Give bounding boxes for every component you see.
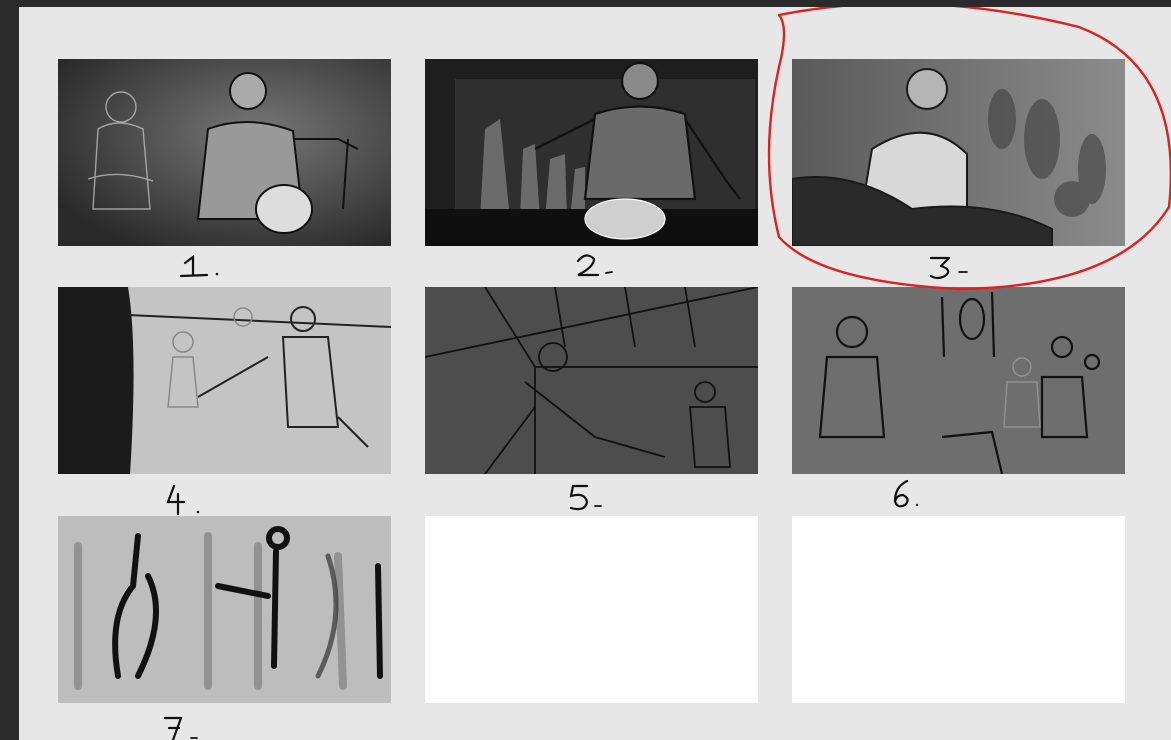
storyboard-frame-1[interactable]	[58, 59, 391, 246]
storyboard-canvas	[19, 7, 1171, 740]
frame-1-number	[179, 249, 299, 285]
storyboard-frame-5[interactable]	[425, 287, 758, 474]
frame-2-number	[574, 249, 694, 285]
frame-4-number	[164, 482, 284, 518]
frame-3-sketch	[792, 59, 1125, 246]
storyboard-frame-4[interactable]	[58, 287, 391, 474]
storyboard-frame-6[interactable]	[792, 287, 1125, 474]
storyboard-frame-8-empty[interactable]	[425, 516, 758, 703]
storyboard-frame-3[interactable]	[792, 59, 1125, 246]
frame-7-sketch	[58, 516, 391, 703]
frame-5-sketch	[425, 287, 758, 474]
frame-7-number	[161, 712, 281, 740]
storyboard-frame-7[interactable]	[58, 516, 391, 703]
frame-6-sketch	[792, 287, 1125, 474]
frame-3-number	[927, 252, 1047, 288]
frame-4-sketch	[58, 287, 391, 474]
frame-2-sketch	[425, 59, 758, 246]
frame-6-number	[889, 477, 1009, 513]
storyboard-frame-2[interactable]	[425, 59, 758, 246]
storyboard-frame-9-empty[interactable]	[792, 516, 1125, 703]
frame-5-number	[567, 482, 687, 518]
frame-1-sketch	[58, 59, 391, 246]
